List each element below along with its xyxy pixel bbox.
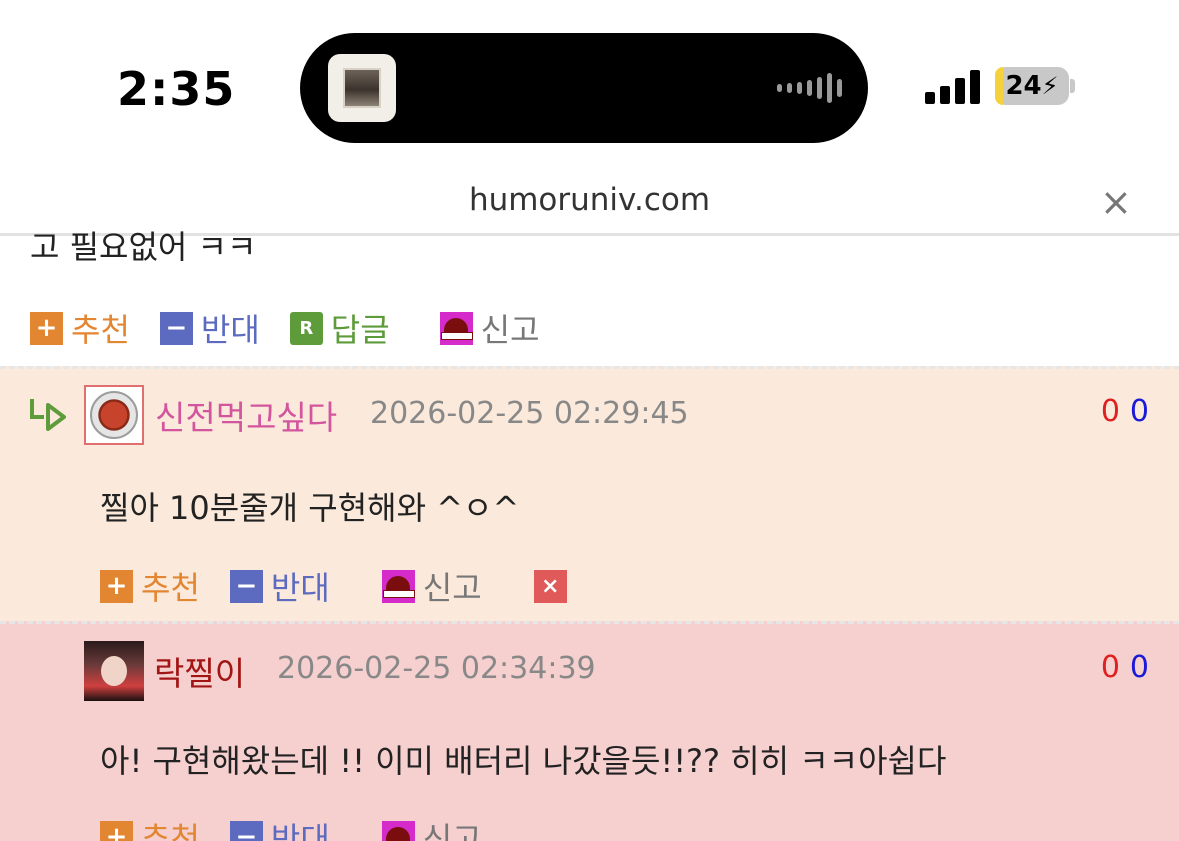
report-button[interactable]: 신고	[381, 563, 482, 609]
status-bar: 2:35 24 ⚡	[0, 0, 1179, 170]
up-vote-count: 0	[1100, 650, 1120, 685]
now-playing-thumbnail[interactable]	[328, 54, 396, 122]
comment-actions: + 추천 − 반대 신고 ×	[100, 563, 597, 609]
minus-icon: −	[229, 820, 263, 841]
battery-icon: 24 ⚡	[995, 67, 1069, 105]
comment-actions: + 추천 − 반대 R 답글 신고	[30, 305, 570, 351]
comment-datetime: 2026-02-25 02:29:45	[370, 396, 689, 431]
close-icon[interactable]: ×	[1100, 180, 1132, 224]
avatar[interactable]	[84, 385, 144, 445]
recommend-button[interactable]: + 추천	[100, 563, 200, 609]
status-time: 2:35	[117, 62, 236, 116]
minus-icon: −	[159, 311, 193, 345]
recommend-button[interactable]: + 추천	[100, 814, 200, 841]
report-button[interactable]: 신고	[381, 814, 482, 841]
plus-icon: +	[100, 569, 133, 603]
oppose-button[interactable]: − 반대	[229, 814, 330, 841]
comment-author: 락찔이 2026-02-25 02:34:39 00 아! 구현해왔는데 !! …	[0, 621, 1179, 841]
comment-text-partial: 고 필요없어 ㅋㅋ	[30, 228, 257, 266]
recommend-button[interactable]: + 추천	[30, 305, 130, 351]
avatar[interactable]	[84, 641, 144, 701]
comment-datetime: 2026-02-25 02:34:39	[277, 651, 596, 686]
vote-counts: 00	[1101, 394, 1149, 429]
report-button[interactable]: 신고	[439, 305, 540, 351]
vote-counts: 00	[1101, 650, 1149, 685]
url-text[interactable]: humoruniv.com	[0, 182, 1179, 218]
up-vote-count: 0	[1100, 394, 1120, 429]
delete-icon: ×	[533, 569, 567, 603]
oppose-button[interactable]: − 반대	[159, 305, 260, 351]
comment-text: 아! 구현해왔는데 !! 이미 배터리 나갔을듯!!?? 히히 ㅋㅋ아쉽다	[100, 742, 947, 780]
reply-arrow-icon	[30, 399, 66, 431]
down-vote-count: 0	[1129, 650, 1149, 685]
minus-icon: −	[229, 569, 263, 603]
oppose-button[interactable]: − 반대	[229, 563, 330, 609]
delete-button[interactable]: ×	[533, 569, 567, 603]
siren-icon	[381, 820, 415, 841]
down-vote-count: 0	[1129, 394, 1149, 429]
comment-nickname[interactable]: 신전먹고싶다	[155, 391, 337, 439]
dynamic-island[interactable]	[300, 33, 868, 143]
cellular-signal-icon	[925, 68, 980, 104]
comment-actions: + 추천 − 반대 신고	[100, 814, 512, 841]
comment-nickname[interactable]: 락찔이	[154, 647, 245, 695]
siren-icon	[381, 569, 416, 603]
reply-button[interactable]: R 답글	[289, 305, 390, 351]
battery-level: 24	[1005, 71, 1042, 101]
reply-icon: R	[289, 311, 323, 345]
comment-reply: 신전먹고싶다 2026-02-25 02:29:45 00 찔아 10분줄개 구…	[0, 366, 1179, 622]
plus-icon: +	[30, 311, 63, 345]
siren-icon	[439, 311, 474, 345]
plus-icon: +	[100, 820, 133, 841]
audio-waveform-icon	[777, 73, 842, 103]
comment-text: 찔아 10분줄개 구현해와 ^ㅇ^	[100, 489, 520, 527]
